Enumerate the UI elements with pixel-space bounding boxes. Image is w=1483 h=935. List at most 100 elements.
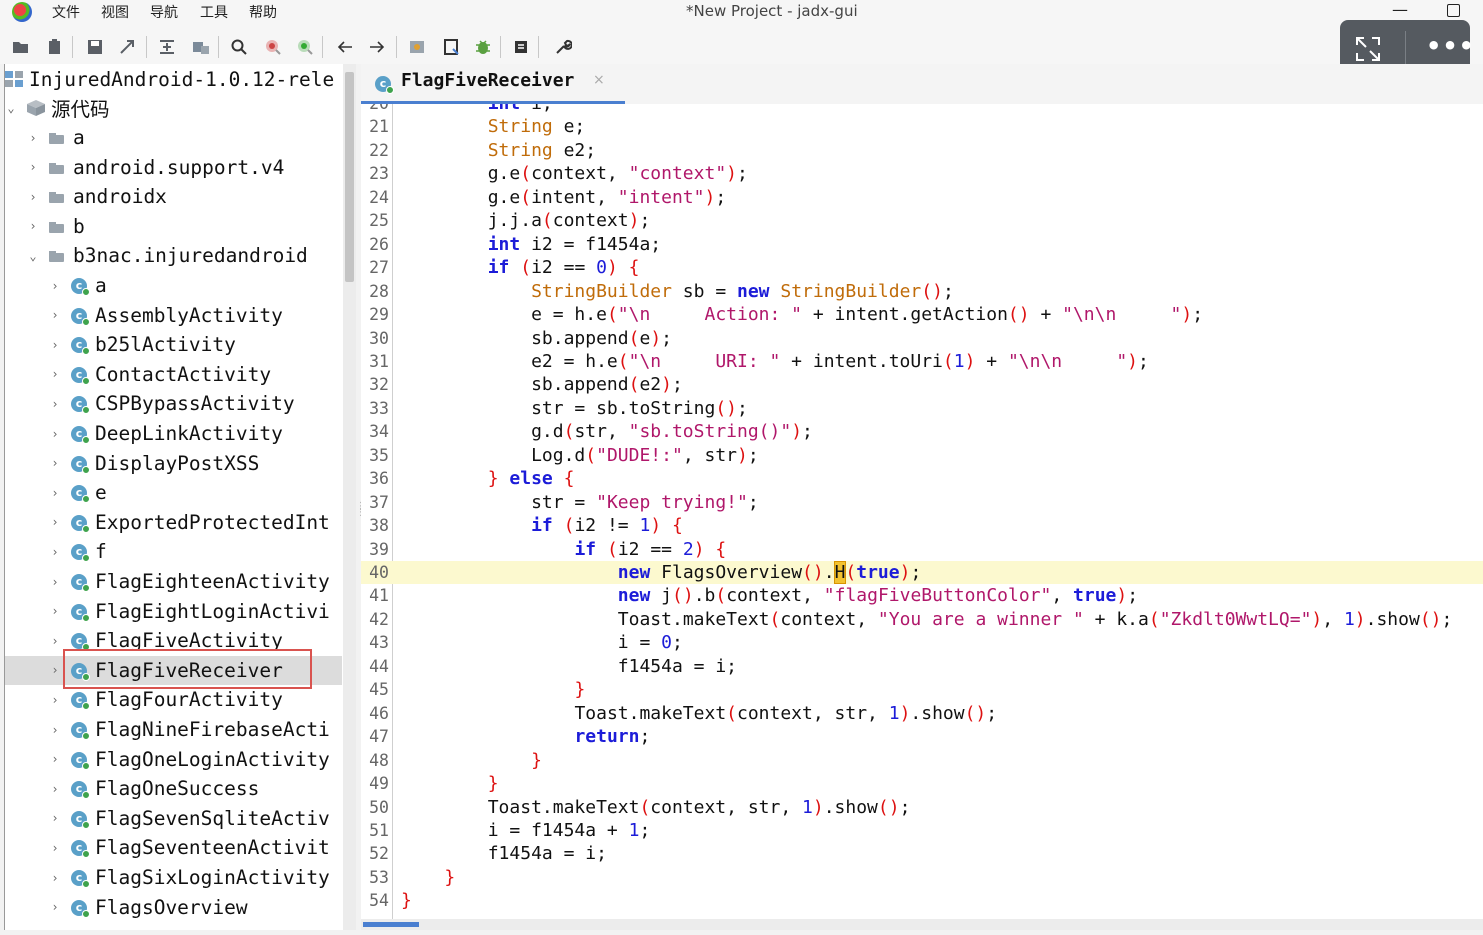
tree-source-folder[interactable]: ⌄ 源代码 <box>5 93 342 122</box>
find-usage-icon[interactable] <box>294 36 316 58</box>
tree-class-item[interactable]: › c FlagsOverview <box>5 893 342 922</box>
code-horizontal-scrollbar[interactable] <box>361 919 1483 930</box>
menu-file[interactable]: 文件 <box>52 2 80 22</box>
code-token: str, <box>574 421 629 443</box>
chevron-down-icon[interactable]: ⌄ <box>27 249 39 263</box>
tree-class-item[interactable]: › c f <box>5 537 342 566</box>
tree-scroll-thumb[interactable] <box>345 72 354 282</box>
maximize-button[interactable] <box>1447 4 1460 17</box>
menu-tools[interactable]: 工具 <box>200 2 228 22</box>
chevron-right-icon[interactable]: › <box>49 811 61 825</box>
chevron-right-icon[interactable]: › <box>49 871 61 885</box>
code-text: Toast.makeText(context, "You are a winne… <box>618 608 1453 631</box>
chevron-right-icon[interactable]: › <box>49 723 61 737</box>
tree-class-item[interactable]: › c FlagSixLoginActivity <box>5 863 342 892</box>
export-icon[interactable] <box>116 36 138 58</box>
chevron-right-icon[interactable]: › <box>49 604 61 618</box>
tree-class-item[interactable]: › c e <box>5 478 342 507</box>
back-arrow-icon[interactable] <box>334 36 356 58</box>
forward-arrow-icon[interactable] <box>366 36 388 58</box>
code-token: ) <box>1116 585 1128 607</box>
tree-package-item[interactable]: › androidx <box>5 182 342 211</box>
menu-navigation[interactable]: 导航 <box>150 2 178 22</box>
expand-icon[interactable] <box>1354 35 1382 63</box>
preferences-wrench-icon[interactable] <box>552 36 574 58</box>
chevron-right-icon[interactable]: › <box>49 397 61 411</box>
chevron-right-icon[interactable]: › <box>27 160 39 174</box>
debug-bug-icon[interactable] <box>472 36 494 58</box>
chevron-right-icon[interactable]: › <box>49 367 61 381</box>
tree-class-item[interactable]: › c FlagOneSuccess <box>5 774 342 803</box>
chevron-right-icon[interactable]: › <box>49 456 61 470</box>
chevron-right-icon[interactable]: › <box>49 782 61 796</box>
menu-help[interactable]: 帮助 <box>249 2 277 22</box>
chevron-right-icon[interactable]: › <box>27 131 39 145</box>
chevron-right-icon[interactable]: › <box>49 663 61 677</box>
log-viewer-icon[interactable] <box>510 36 532 58</box>
chevron-right-icon[interactable]: › <box>49 900 61 914</box>
chevron-right-icon[interactable]: › <box>49 575 61 589</box>
toolbar-separator <box>72 36 73 58</box>
code-scroll-thumb[interactable] <box>363 922 419 927</box>
search-class-icon[interactable] <box>262 36 284 58</box>
deobfuscation-icon[interactable] <box>406 36 428 58</box>
tree-class-item[interactable]: › c a <box>5 271 342 300</box>
menu-view[interactable]: 视图 <box>101 2 129 22</box>
chevron-right-icon[interactable]: › <box>49 545 61 559</box>
chevron-right-icon[interactable]: › <box>49 752 61 766</box>
code-token: , <box>1322 608 1344 630</box>
add-files-icon[interactable] <box>44 36 66 58</box>
chevron-right-icon[interactable]: › <box>49 634 61 648</box>
tree-package-item[interactable]: › b <box>5 212 342 241</box>
code-editor[interactable]: 20int i;21String e;22String e2;23g.e(con… <box>361 104 1483 919</box>
more-options-icon[interactable]: ••• <box>1426 32 1475 60</box>
chevron-right-icon[interactable]: › <box>49 279 61 293</box>
sync-tree-icon[interactable] <box>156 36 178 58</box>
tree-class-item[interactable]: › c DeepLinkActivity <box>5 419 342 448</box>
tree-class-item[interactable]: › c FlagSevenSqliteActiv <box>5 804 342 833</box>
tree-package-item[interactable]: ⌄ b3nac.injuredandroid <box>5 241 342 270</box>
tree-package-item[interactable]: › android.support.v4 <box>5 153 342 182</box>
chevron-right-icon[interactable]: › <box>49 486 61 500</box>
flatten-packages-icon[interactable] <box>190 36 212 58</box>
toolbar-separator <box>396 36 397 58</box>
open-folder-icon[interactable] <box>10 36 32 58</box>
tree-class-item[interactable]: › c FlagEightLoginActivi <box>5 597 342 626</box>
tree-class-item[interactable]: › c FlagNineFirebaseActi <box>5 715 342 744</box>
tree-root[interactable]: InjuredAndroid-1.0.12-rele <box>5 65 342 94</box>
tree-package-item[interactable]: › a <box>5 123 342 152</box>
tree-class-item[interactable]: › c AssemblyActivity <box>5 301 342 330</box>
tree-class-item[interactable]: › c ContactActivity <box>5 360 342 389</box>
chevron-right-icon[interactable]: › <box>27 190 39 204</box>
tree-class-item[interactable]: › c DisplayPostXSS <box>5 449 342 478</box>
code-token: ( <box>769 608 781 630</box>
chevron-right-icon[interactable]: › <box>49 308 61 322</box>
code-token: "\n\n " <box>1007 350 1128 372</box>
save-icon[interactable] <box>84 36 106 58</box>
chevron-right-icon[interactable]: › <box>49 338 61 352</box>
quick-tab-icon[interactable] <box>440 36 462 58</box>
close-tab-icon[interactable]: × <box>593 72 605 88</box>
line-number: 53 <box>369 867 389 887</box>
tree-class-item[interactable]: › c b25lActivity <box>5 330 342 359</box>
tree-class-item[interactable]: › c ExportedProtectedInt <box>5 508 342 537</box>
chevron-down-icon[interactable]: ⌄ <box>5 101 17 115</box>
chevron-right-icon[interactable]: › <box>49 427 61 441</box>
tree-class-item[interactable]: › c CSPBypassActivity <box>5 389 342 418</box>
code-text: int i; <box>488 104 553 115</box>
class-icon: c <box>71 780 90 800</box>
search-icon[interactable] <box>228 36 250 58</box>
tree-class-item[interactable]: › c FlagEighteenActivity <box>5 567 342 596</box>
chevron-right-icon[interactable]: › <box>27 219 39 233</box>
minimize-button[interactable]: — <box>1392 0 1408 19</box>
chevron-right-icon[interactable]: › <box>49 515 61 529</box>
code-token: i; <box>520 104 553 114</box>
chevron-right-icon[interactable]: › <box>49 693 61 707</box>
tree-vertical-scrollbar[interactable] <box>343 64 356 930</box>
tree-class-item[interactable]: › c FlagSeventeenActivit <box>5 833 342 862</box>
tree-class-item[interactable]: › c FlagOneLoginActivity <box>5 745 342 774</box>
tree-class-item[interactable]: › c FlagFourActivity <box>5 685 342 714</box>
tree-class-label: ContactActivity <box>95 362 272 386</box>
tab-flagfivereceiver[interactable]: c FlagFiveReceiver × <box>361 64 625 104</box>
chevron-right-icon[interactable]: › <box>49 841 61 855</box>
